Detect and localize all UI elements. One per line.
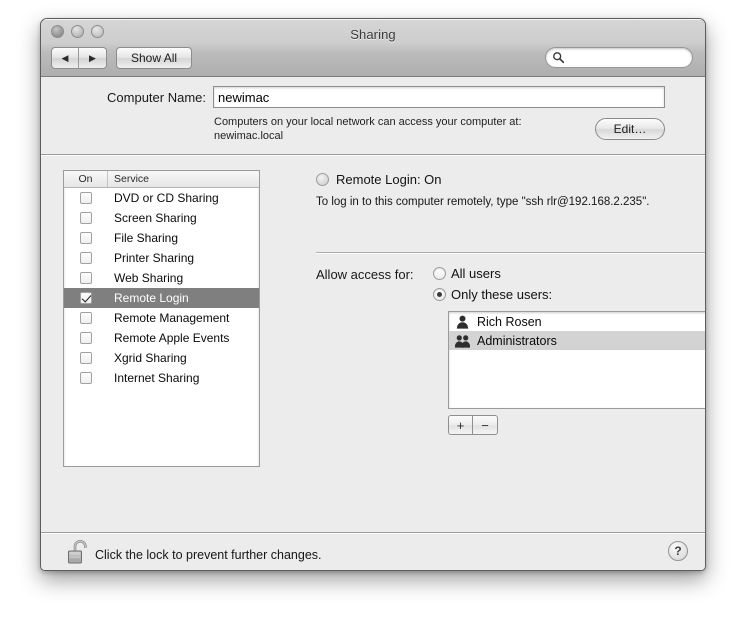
allowed-user-label: Administrators [477, 333, 557, 348]
checkbox-unchecked-icon[interactable] [80, 252, 92, 264]
service-name-label: Remote Login [114, 291, 189, 305]
remove-user-button[interactable]: − [473, 415, 498, 435]
add-user-button[interactable]: + [448, 415, 473, 435]
service-row[interactable]: Remote Apple Events [64, 328, 259, 348]
service-row[interactable]: Internet Sharing [64, 368, 259, 388]
service-checkbox-cell[interactable] [64, 252, 108, 264]
service-status: Remote Login: On [316, 172, 442, 187]
edit-button[interactable]: Edit… [595, 118, 665, 140]
sharing-preferences-window: Sharing ◀ ▶ Show All Computer Name: newi… [40, 18, 706, 571]
radio-all-users[interactable]: All users [433, 266, 501, 281]
service-row[interactable]: Screen Sharing [64, 208, 259, 228]
toolbar: ◀ ▶ Show All [41, 47, 705, 75]
window-title: Sharing [350, 27, 396, 42]
checkbox-unchecked-icon[interactable] [80, 352, 92, 364]
computer-name-input[interactable] [213, 86, 665, 108]
computer-name-hostname: newimac.local [214, 130, 284, 142]
service-row[interactable]: File Sharing [64, 228, 259, 248]
service-row[interactable]: Printer Sharing [64, 248, 259, 268]
column-header-service: Service [114, 173, 150, 185]
checkbox-unchecked-icon[interactable] [80, 232, 92, 244]
allow-access-label: Allow access for: [316, 267, 414, 282]
radio-only-these-users[interactable]: Only these users: [433, 287, 552, 302]
forward-arrow-icon: ▶ [89, 52, 96, 63]
main-content: On Service DVD or CD Sharing Screen Shari… [41, 156, 705, 532]
service-name-label: Remote Apple Events [114, 331, 230, 345]
status-indicator-icon [316, 173, 329, 186]
group-icon [454, 334, 471, 348]
users-list-buttons: + − [448, 415, 498, 435]
checkbox-unchecked-icon[interactable] [80, 372, 92, 384]
forward-button[interactable]: ▶ [79, 47, 107, 69]
service-name-label: Screen Sharing [114, 211, 197, 225]
service-status-title: Remote Login: On [336, 172, 442, 187]
service-status-description: To log in to this computer remotely, typ… [316, 196, 650, 208]
service-row[interactable]: Remote Login [64, 288, 259, 308]
search-icon [553, 52, 565, 64]
service-checkbox-cell[interactable] [64, 292, 108, 304]
service-list[interactable]: On Service DVD or CD Sharing Screen Shari… [63, 170, 260, 467]
service-detail-panel: Remote Login: On To log in to this compu… [278, 156, 705, 532]
lock-message: Click the lock to prevent further change… [95, 548, 322, 562]
radio-all-users-label: All users [451, 266, 501, 281]
help-button[interactable]: ? [668, 541, 688, 561]
service-rows: DVD or CD Sharing Screen Sharing File Shar… [64, 188, 259, 388]
radio-only-these-users-label: Only these users: [451, 287, 553, 302]
service-checkbox-cell[interactable] [64, 192, 108, 204]
allowed-user-row[interactable]: Rich Rosen [449, 312, 705, 331]
allowed-user-label: Rich Rosen [477, 314, 542, 329]
window-body: Computer Name: Computers on your local n… [41, 77, 705, 570]
service-name-label: File Sharing [114, 231, 179, 245]
allowed-users-list[interactable]: Rich Rosen Administrators [448, 311, 705, 409]
back-button[interactable]: ◀ [51, 47, 79, 69]
search-input[interactable] [568, 51, 686, 64]
plus-icon: + [456, 417, 465, 433]
checkbox-checked-icon[interactable] [80, 292, 92, 304]
panel-divider [316, 252, 705, 254]
search-field[interactable] [545, 47, 693, 68]
allowed-user-row[interactable]: Administrators [449, 331, 705, 350]
service-name-label: Printer Sharing [114, 251, 195, 265]
service-checkbox-cell[interactable] [64, 272, 108, 284]
service-list-header: On Service [64, 171, 259, 188]
window-titlebar: Sharing ◀ ▶ Show All [41, 19, 705, 77]
navigation-buttons: ◀ ▶ [51, 47, 107, 69]
service-checkbox-cell[interactable] [64, 352, 108, 364]
lock-bar: Click the lock to prevent further change… [41, 534, 705, 570]
service-checkbox-cell[interactable] [64, 312, 108, 324]
back-arrow-icon: ◀ [61, 52, 69, 63]
column-header-on: On [64, 171, 108, 187]
service-name-label: Remote Management [114, 311, 230, 325]
checkbox-unchecked-icon[interactable] [80, 272, 92, 284]
show-all-label: Show All [131, 51, 178, 65]
radio-only-these-users-icon [433, 288, 446, 301]
service-name-label: Web Sharing [114, 271, 184, 285]
service-row[interactable]: Xgrid Sharing [64, 348, 259, 368]
computer-name-label: Computer Name: [107, 90, 206, 105]
service-checkbox-cell[interactable] [64, 212, 108, 224]
minus-icon: − [481, 417, 489, 433]
service-row[interactable]: Remote Management [64, 308, 259, 328]
checkbox-unchecked-icon[interactable] [80, 192, 92, 204]
edit-button-label: Edit… [613, 122, 647, 136]
checkbox-unchecked-icon[interactable] [80, 212, 92, 224]
service-checkbox-cell[interactable] [64, 332, 108, 344]
service-checkbox-cell[interactable] [64, 372, 108, 384]
computer-name-hint-line1: Computers on your local network can acce… [214, 116, 522, 128]
service-name-label: Xgrid Sharing [114, 351, 187, 365]
computer-name-hint: Computers on your local network can acce… [214, 115, 614, 143]
show-all-button[interactable]: Show All [116, 47, 193, 69]
lock-open-icon[interactable] [66, 538, 92, 568]
checkbox-unchecked-icon[interactable] [80, 312, 92, 324]
service-row[interactable]: Web Sharing [64, 268, 259, 288]
service-name-label: DVD or CD Sharing [114, 191, 219, 205]
service-name-label: Internet Sharing [114, 371, 200, 385]
question-mark-icon: ? [674, 544, 682, 558]
checkbox-unchecked-icon[interactable] [80, 332, 92, 344]
user-icon [455, 315, 470, 329]
service-checkbox-cell[interactable] [64, 232, 108, 244]
service-row[interactable]: DVD or CD Sharing [64, 188, 259, 208]
radio-all-users-icon [433, 267, 446, 280]
computer-name-section: Computer Name: Computers on your local n… [41, 77, 705, 154]
